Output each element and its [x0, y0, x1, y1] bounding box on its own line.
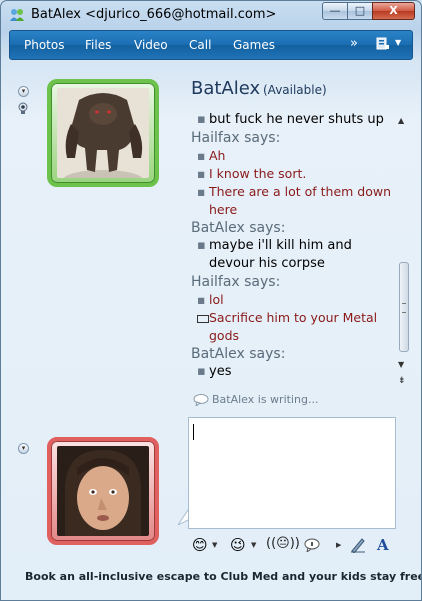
message-line: ▪ lol	[197, 292, 224, 307]
own-display-picture[interactable]	[47, 437, 159, 545]
bullet-icon: ▪	[197, 292, 206, 307]
conversation-history: ▪ but fuck he never shuts up Hailfax says…	[191, 111, 396, 393]
contact-avatar	[57, 88, 149, 178]
sender-heading: BatAlex says:	[191, 346, 286, 362]
speech-bubble-icon	[193, 394, 209, 406]
nudge-icon[interactable]: ((😐))	[266, 536, 300, 551]
collapse-own-picture-button[interactable]: ▾	[18, 443, 29, 454]
own-avatar	[57, 446, 149, 536]
conversation-scrollbar[interactable]: ▲ ▼ ⇟	[398, 114, 410, 394]
menu-games[interactable]: Games	[233, 38, 275, 52]
chat-window: BatAlex <djurico_666@hotmail.com> — □ X …	[0, 0, 422, 601]
scroll-down-arrow-icon[interactable]: ▼	[398, 360, 404, 369]
scroll-to-end-icon[interactable]: ⇟	[398, 376, 406, 386]
message-line: ▪ yes	[197, 364, 232, 379]
emoticon-icon[interactable]: 😊	[192, 536, 208, 554]
message-line: ▪ Ah	[197, 148, 226, 163]
font-icon[interactable]: A	[377, 536, 389, 554]
typing-status: BatAlex is writing...	[193, 393, 318, 406]
menu-bar: Photos Files Video Call Games » ▼	[9, 30, 413, 60]
bullet-icon: ▪	[197, 148, 206, 163]
collapse-display-picture-button[interactable]: ▾	[18, 86, 29, 97]
message-line: ▪ There are a lot of them down here	[197, 184, 392, 217]
scroll-up-arrow-icon[interactable]: ▲	[398, 116, 404, 125]
close-button[interactable]: X	[372, 2, 415, 20]
window-title: BatAlex <djurico_666@hotmail.com>	[31, 7, 277, 22]
sender-heading: Hailfax says:	[191, 130, 281, 146]
advertisement-banner[interactable]: Book an all-inclusive escape to Club Med…	[25, 570, 421, 583]
bullet-icon: ▪	[197, 238, 206, 253]
webcam-icon[interactable]	[18, 102, 28, 114]
chevron-down-icon[interactable]: ▼	[251, 541, 256, 549]
message-line: Sacrifice him to your Metal gods	[191, 309, 396, 345]
bullet-icon: ▪	[197, 112, 206, 127]
compose-toolbar: 😊 ▼ 😉 ▼ ((😐)) ▶ A	[188, 529, 396, 561]
contact-display-picture[interactable]	[47, 79, 159, 187]
minimize-button[interactable]: —	[322, 2, 348, 20]
bullet-icon: ▪	[197, 184, 206, 199]
scroll-thumb[interactable]	[399, 262, 409, 352]
chevron-right-icon[interactable]: ▶	[336, 541, 341, 549]
missing-glyph-icon	[197, 315, 209, 323]
maximize-button[interactable]: □	[347, 2, 373, 20]
chevron-down-icon[interactable]: ▼	[395, 38, 401, 47]
message-line: ▪ maybe i'll kill him and devour his corp…	[197, 238, 352, 271]
title-bar: BatAlex <djurico_666@hotmail.com> — □ X	[1, 1, 421, 29]
text-caret	[193, 424, 194, 440]
menu-files[interactable]: Files	[85, 38, 111, 52]
contact-status: (Available)	[263, 83, 327, 97]
menu-photos[interactable]: Photos	[24, 38, 64, 52]
menu-video[interactable]: Video	[134, 38, 168, 52]
handwriting-icon[interactable]	[350, 537, 366, 553]
chevron-down-icon[interactable]: ▼	[212, 541, 217, 549]
message-input[interactable]	[188, 417, 396, 529]
voice-clip-icon[interactable]	[304, 538, 320, 552]
wink-icon[interactable]: 😉	[230, 536, 246, 554]
bullet-icon: ▪	[197, 364, 206, 379]
messenger-buddy-icon	[10, 9, 24, 21]
contact-name: BatAlex	[191, 78, 261, 99]
menu-more-button[interactable]: »	[350, 36, 358, 51]
sender-heading: BatAlex says:	[191, 220, 286, 236]
show-menu-icon[interactable]	[376, 37, 390, 51]
sender-heading: Hailfax says:	[191, 274, 281, 290]
message-line: ▪ but fuck he never shuts up	[197, 112, 384, 127]
message-line: ▪ I know the sort.	[197, 166, 307, 181]
menu-call[interactable]: Call	[189, 38, 211, 52]
bullet-icon: ▪	[197, 166, 206, 181]
